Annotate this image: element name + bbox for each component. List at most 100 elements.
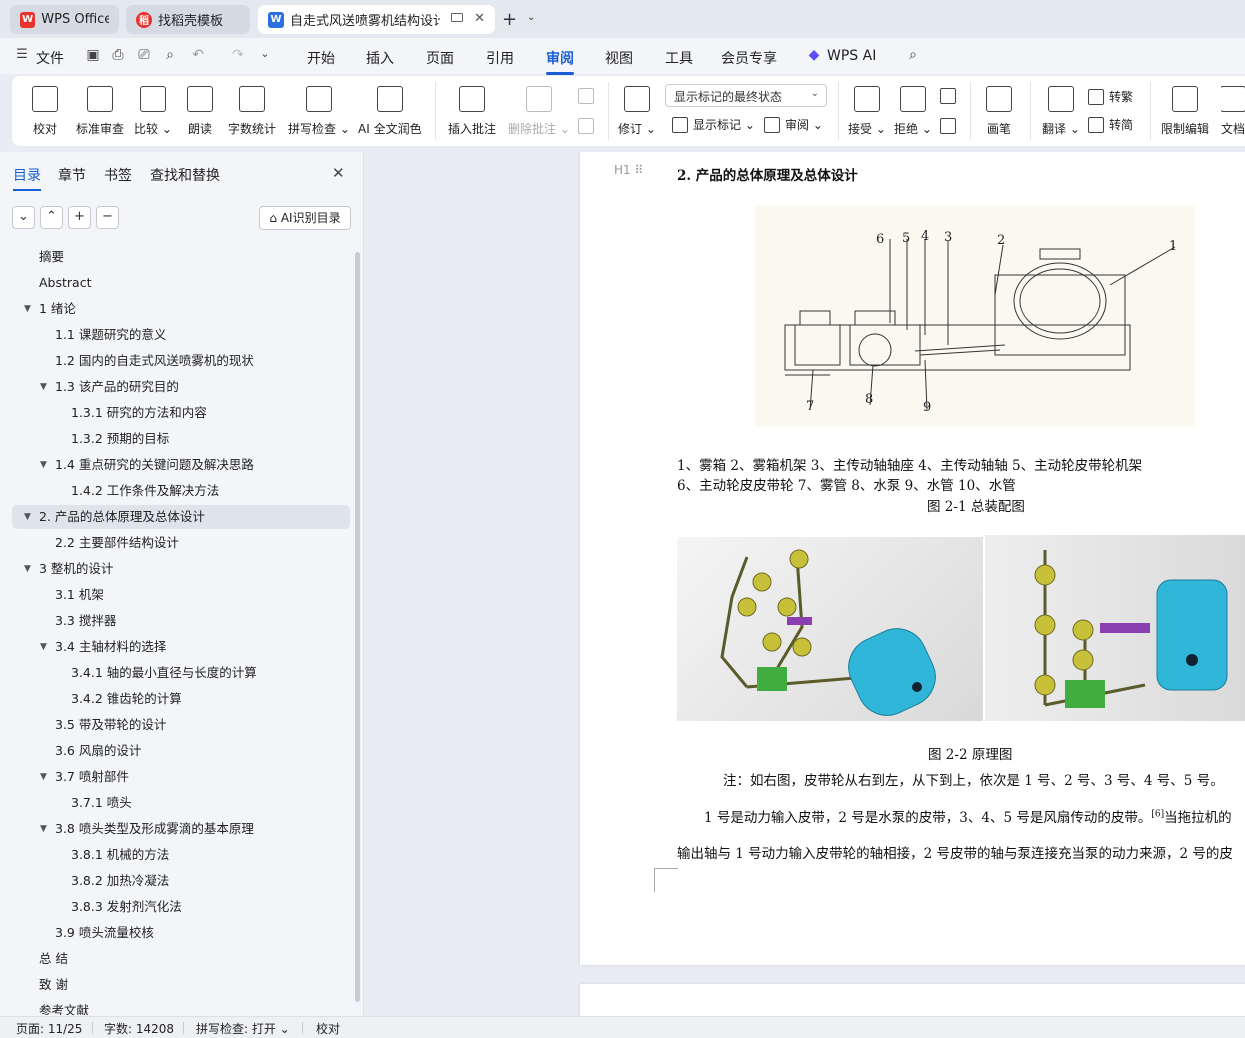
toc-item[interactable]: ▼ 3 整机的设计: [12, 557, 350, 581]
menu-review[interactable]: 审阅: [546, 48, 574, 75]
page-indicator[interactable]: 页面: 11/25: [16, 1020, 82, 1037]
new-tab-plus-icon[interactable]: +: [502, 9, 517, 30]
ink-pen-button[interactable]: 画笔: [986, 76, 1012, 146]
search-icon[interactable]: ⌕: [905, 47, 921, 63]
toc-item[interactable]: 3.6 风扇的设计: [12, 739, 350, 763]
close-icon[interactable]: ✕: [474, 11, 485, 26]
toc-item[interactable]: 总 结: [12, 947, 350, 971]
hamburger-icon[interactable]: ☰: [14, 47, 30, 63]
spell-check-button[interactable]: 拼写检查 ⌄: [288, 76, 350, 146]
menu-file[interactable]: 文件: [36, 48, 64, 68]
toc-item[interactable]: ▼ 3.7 喷射部件: [12, 765, 350, 789]
close-panel-icon[interactable]: ✕: [332, 164, 345, 182]
standard-review-button[interactable]: 标准审查: [76, 76, 124, 146]
read-aloud-button[interactable]: 朗读: [187, 76, 213, 146]
spell-check-status[interactable]: 拼写检查: 打开 ⌄: [196, 1020, 290, 1037]
toc-item[interactable]: 3.1 机架: [12, 583, 350, 607]
tab-current-document[interactable]: W 自走式风送喷雾机结构设计 说 ✕: [258, 5, 495, 34]
menu-references[interactable]: 引用: [486, 48, 514, 68]
toc-item[interactable]: 1.3.2 预期的目标: [12, 427, 350, 451]
toc-item[interactable]: 3.7.1 喷头: [12, 791, 350, 815]
add-heading-button[interactable]: +: [68, 206, 91, 229]
prev-comment-icon[interactable]: [578, 88, 599, 104]
expand-caret-icon[interactable]: ▼: [40, 765, 47, 789]
toc-item[interactable]: 1.3.1 研究的方法和内容: [12, 401, 350, 425]
toc-item[interactable]: 3.8.1 机械的方法: [12, 843, 350, 867]
ai-polish-button[interactable]: AI 全文润色: [358, 76, 422, 146]
expand-caret-icon[interactable]: ▼: [24, 297, 31, 321]
toc-item[interactable]: ▼ 3.8 喷头类型及形成雾滴的基本原理: [12, 817, 350, 841]
toc-item[interactable]: ▼ 2. 产品的总体原理及总体设计: [12, 505, 350, 529]
redo-icon[interactable]: ↷: [230, 47, 246, 63]
toc-item[interactable]: ▼ 1.3 该产品的研究目的: [12, 375, 350, 399]
reject-button[interactable]: 拒绝 ⌄: [894, 76, 932, 146]
menu-wps-ai[interactable]: WPS AI: [827, 48, 876, 64]
toc-item[interactable]: 3.3 搅拌器: [12, 609, 350, 633]
compare-button[interactable]: 比较 ⌄: [134, 76, 172, 146]
chevron-down-icon[interactable]: ⌄: [257, 47, 273, 63]
insert-comment-button[interactable]: 插入批注: [448, 76, 496, 146]
toc-item[interactable]: 2.2 主要部件结构设计: [12, 531, 350, 555]
tab-toc[interactable]: 目录: [13, 165, 41, 191]
next-change-icon[interactable]: [940, 118, 961, 134]
citation-ref[interactable]: [6]: [1151, 810, 1164, 820]
collapse-all-button[interactable]: ⌄: [12, 206, 35, 229]
tab-sections[interactable]: 章节: [58, 165, 86, 185]
document-canvas[interactable]: H1 ⠿ 2. 产品的总体原理及总体设计 6 5 4 3 2 1 7 8 9 1…: [365, 152, 1245, 1016]
tab-docer-templates[interactable]: 稻 找稻壳模板: [126, 5, 250, 34]
toc-item[interactable]: 3.5 带及带轮的设计: [12, 713, 350, 737]
menu-view[interactable]: 视图: [605, 48, 633, 68]
undo-icon[interactable]: ↶: [190, 47, 206, 63]
translate-button[interactable]: 翻译 ⌄: [1042, 76, 1080, 146]
accept-button[interactable]: 接受 ⌄: [848, 76, 886, 146]
next-comment-icon[interactable]: [578, 118, 599, 134]
toc-item[interactable]: ▼ 1 绪论: [12, 297, 350, 321]
toc-item[interactable]: 3.4.1 轴的最小直径与长度的计算: [12, 661, 350, 685]
tab-bookmarks[interactable]: 书签: [104, 165, 132, 185]
monitor-icon[interactable]: [451, 13, 463, 22]
export-pdf-icon[interactable]: ⎙: [110, 47, 126, 63]
toc-item[interactable]: 3.8.2 加热冷凝法: [12, 869, 350, 893]
track-changes-button[interactable]: 修订 ⌄: [618, 76, 656, 146]
ai-toc-button[interactable]: ⌂ AI识别目录: [259, 206, 351, 230]
document-page-next[interactable]: [580, 984, 1245, 1016]
toc-item[interactable]: 摘要: [12, 245, 350, 269]
document-permission-button[interactable]: 文档: [1221, 76, 1245, 146]
remove-heading-button[interactable]: −: [96, 206, 119, 229]
delete-comment-button[interactable]: 删除批注 ⌄: [508, 76, 570, 146]
markup-mode-select[interactable]: 显示标记的最终状态 ⌄: [665, 84, 827, 107]
toc-item[interactable]: ▼ 1.4 重点研究的关键问题及解决思路: [12, 453, 350, 477]
toc-item[interactable]: 致 谢: [12, 973, 350, 997]
heading-style-icon[interactable]: H1 ⠿: [614, 163, 643, 177]
toc-item[interactable]: 3.8.3 发射剂汽化法: [12, 895, 350, 919]
toc-item[interactable]: 3.9 喷头流量校核: [12, 921, 350, 945]
expand-caret-icon[interactable]: ▼: [40, 817, 47, 841]
toc-item[interactable]: 参考文献: [12, 999, 350, 1015]
word-count-indicator[interactable]: 字数: 14208: [104, 1020, 174, 1037]
document-page[interactable]: H1 ⠿ 2. 产品的总体原理及总体设计 6 5 4 3 2 1 7 8 9 1…: [580, 152, 1245, 965]
menu-membership[interactable]: 会员专享: [721, 48, 777, 68]
prev-change-icon[interactable]: [940, 88, 961, 104]
toc-scrollbar[interactable]: [355, 252, 360, 1002]
to-simplified-button[interactable]: 转简: [1088, 116, 1133, 133]
menu-tools[interactable]: 工具: [665, 48, 693, 68]
toc-item[interactable]: 1.4.2 工作条件及解决方法: [12, 479, 350, 503]
show-markup-button[interactable]: 显示标记 ⌄: [672, 116, 755, 133]
word-count-button[interactable]: 字数统计: [228, 76, 276, 146]
menu-home[interactable]: 开始: [307, 48, 335, 68]
expand-up-button[interactable]: ⌃: [40, 206, 63, 229]
toc-item[interactable]: 1.1 课题研究的意义: [12, 323, 350, 347]
review-pane-button[interactable]: 审阅 ⌄: [764, 116, 823, 133]
toc-item[interactable]: 3.4.2 锥齿轮的计算: [12, 687, 350, 711]
print-preview-icon[interactable]: ⌕: [162, 47, 178, 63]
toc-item[interactable]: ▼ 3.4 主轴材料的选择: [12, 635, 350, 659]
proofread-button[interactable]: 校对: [32, 76, 58, 146]
expand-caret-icon[interactable]: ▼: [40, 375, 47, 399]
expand-caret-icon[interactable]: ▼: [40, 453, 47, 477]
tab-wps-office[interactable]: W WPS Office: [10, 5, 119, 34]
restrict-edit-button[interactable]: 限制编辑: [1161, 76, 1209, 146]
expand-caret-icon[interactable]: ▼: [24, 505, 31, 529]
tab-find-replace[interactable]: 查找和替换: [150, 165, 220, 185]
proofread-status[interactable]: 校对: [316, 1020, 340, 1037]
to-traditional-button[interactable]: 转繁: [1088, 88, 1133, 105]
